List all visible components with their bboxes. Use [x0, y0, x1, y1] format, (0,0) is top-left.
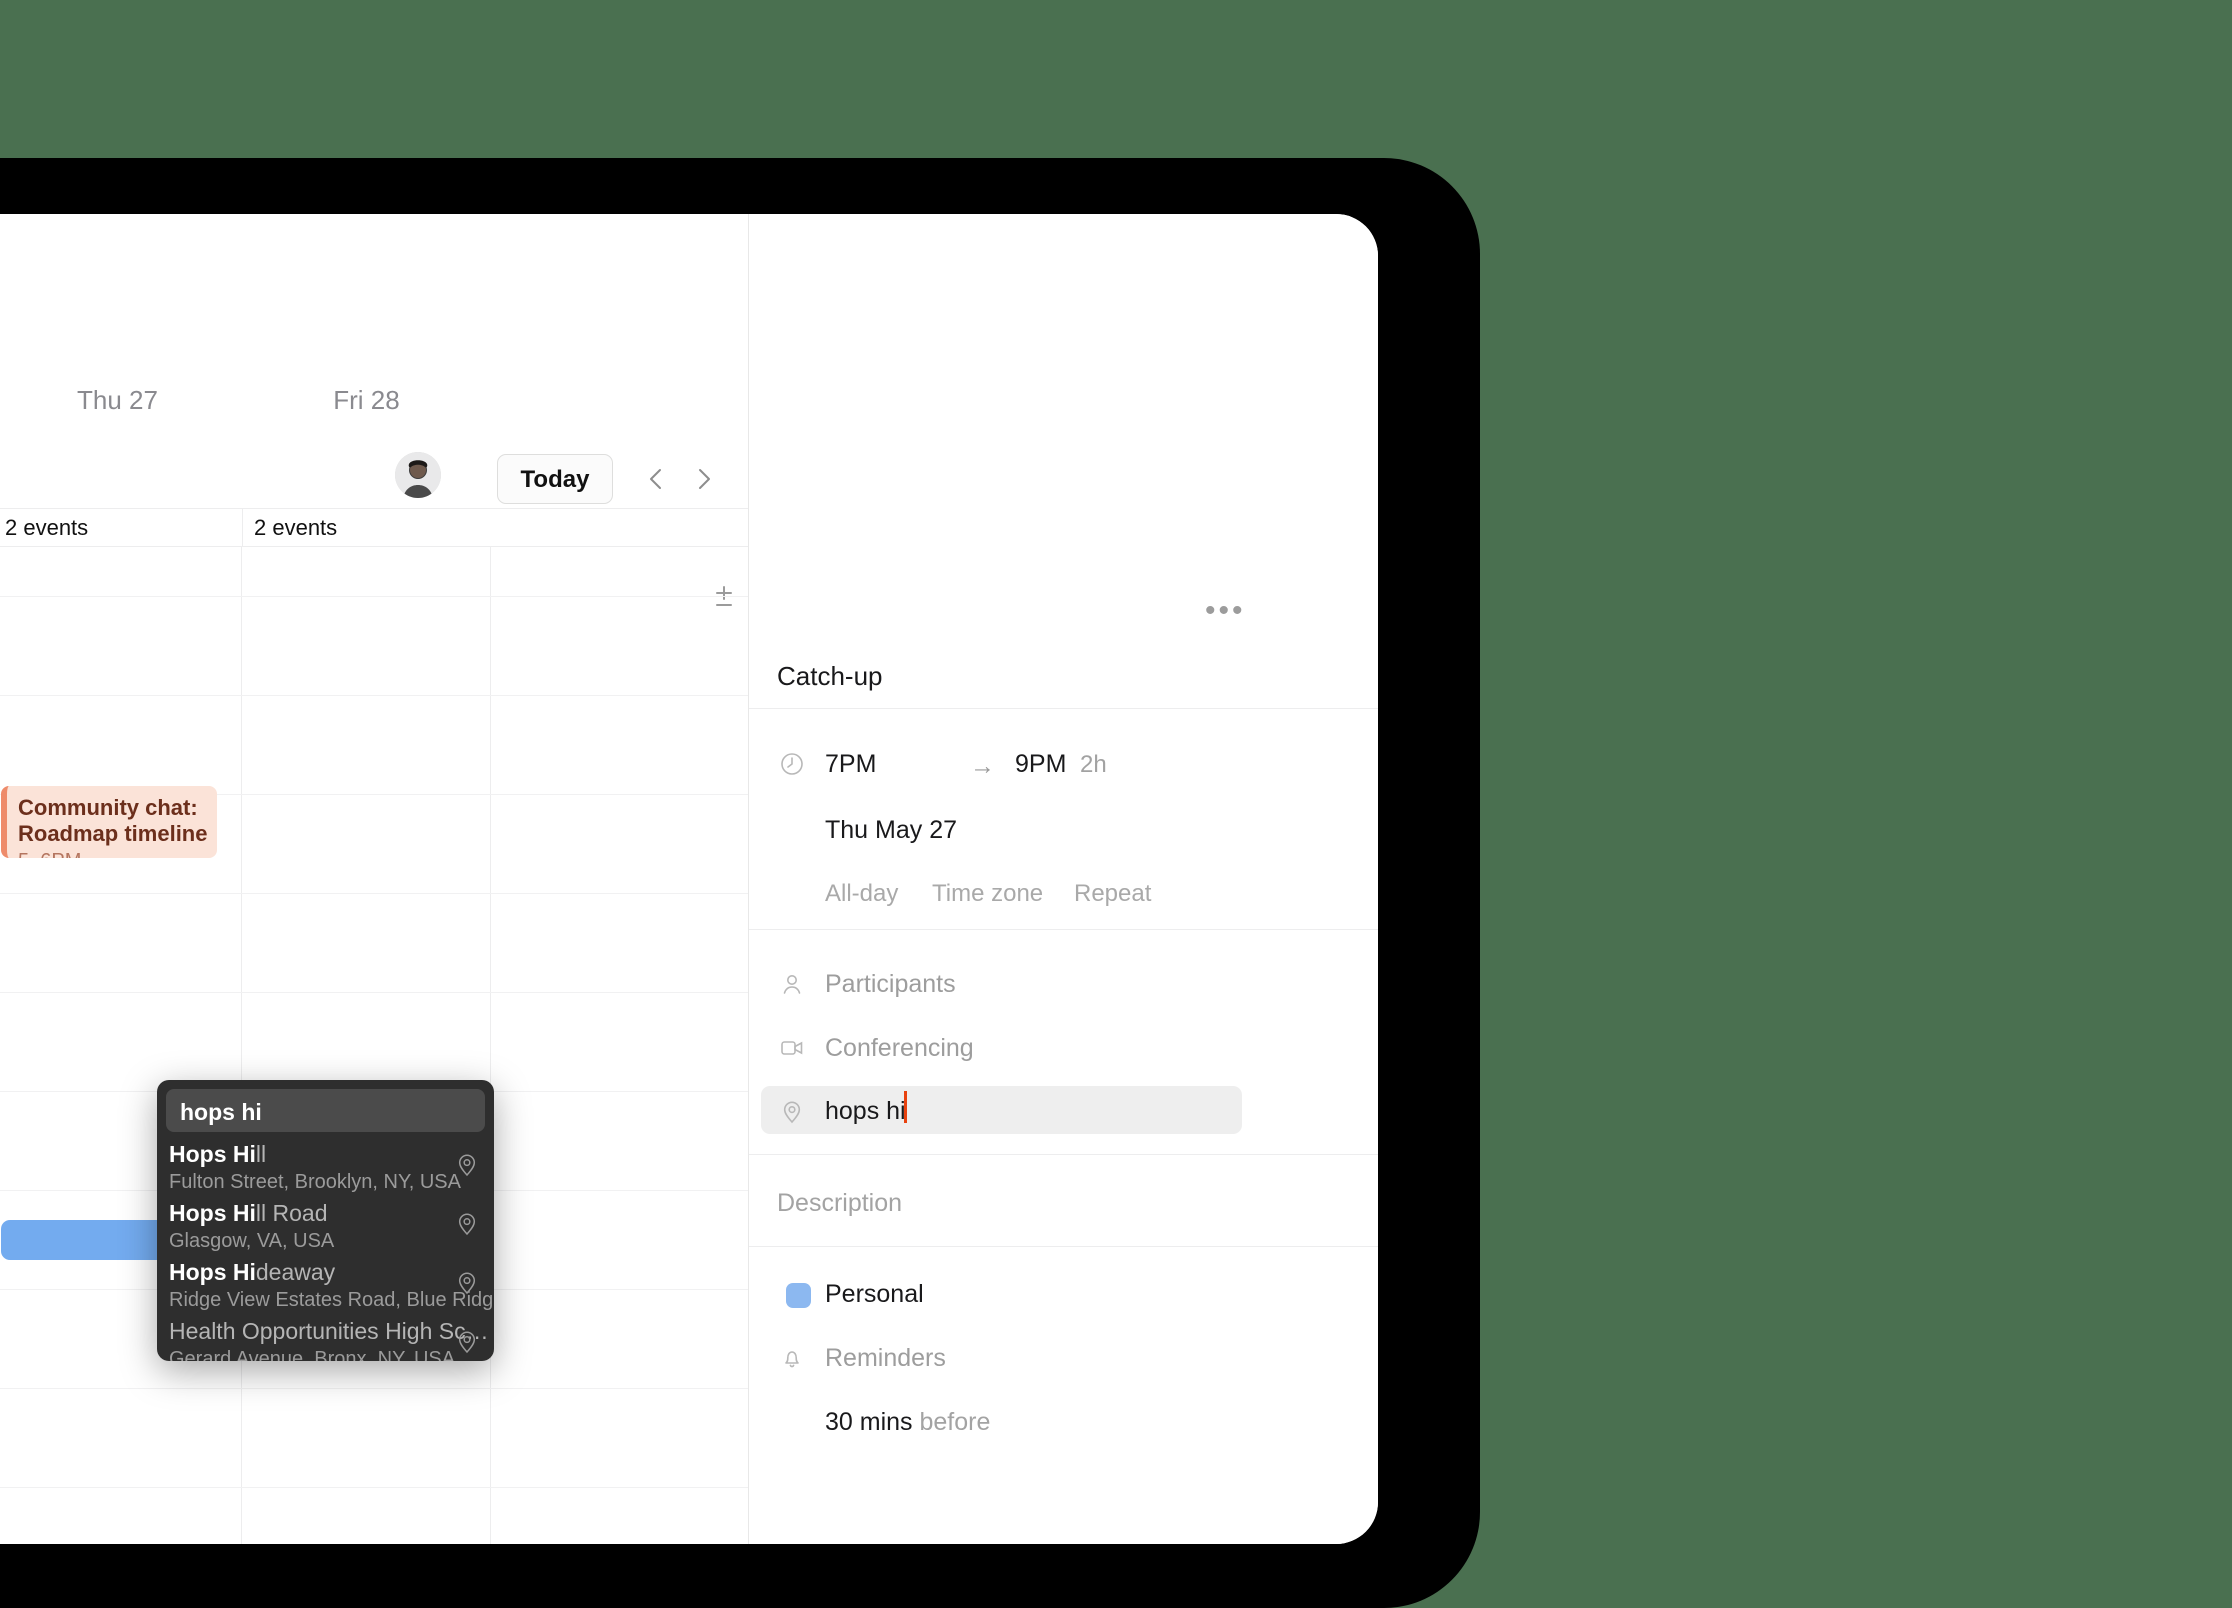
- autocomplete-item-subtitle: Fulton Street, Brooklyn, NY, USA: [169, 1171, 461, 1193]
- day-header-fri-28[interactable]: Fri 28: [242, 385, 491, 416]
- autocomplete-item-3[interactable]: Health Opportunities High Sc… Gerard Ave…: [157, 1315, 494, 1361]
- autocomplete-item-rest: ll Road: [255, 1200, 328, 1226]
- autocomplete-query-text: hops hi: [180, 1099, 262, 1125]
- autocomplete-item-title: Hops Hill: [169, 1141, 266, 1168]
- location-value: hops hi: [825, 1097, 906, 1125]
- chevron-left-icon[interactable]: [640, 462, 674, 496]
- app-window: Today 26 Thu 27 Fri 28 2 events 2 events: [0, 214, 1378, 1544]
- top-toolbar: [0, 214, 748, 369]
- location-pin-icon: [454, 1152, 480, 1178]
- today-button[interactable]: Today: [497, 454, 613, 504]
- location-pin-icon: [454, 1270, 480, 1296]
- all-day-row: 2 events 2 events: [0, 508, 749, 547]
- event-date[interactable]: Thu May 27: [825, 816, 957, 845]
- bell-icon: [779, 1345, 805, 1371]
- autocomplete-item-match: Hops Hi: [169, 1141, 256, 1167]
- reminders-label[interactable]: Reminders: [825, 1344, 946, 1373]
- autocomplete-item-subtitle: Gerard Avenue, Bronx, NY, USA: [169, 1348, 456, 1361]
- autocomplete-item-title: Health Opportunities High Sc…: [169, 1318, 489, 1345]
- conferencing-field[interactable]: Conferencing: [825, 1034, 974, 1063]
- autocomplete-item-rest: ll: [255, 1141, 267, 1167]
- event-time: 5–6PM: [18, 850, 217, 858]
- autocomplete-item-1[interactable]: Hops Hill Road Glasgow, VA, USA: [157, 1197, 494, 1256]
- reminder-unit: before: [919, 1408, 991, 1436]
- day-header-row: 26 Thu 27 Fri 28: [0, 369, 749, 437]
- location-pin-icon: [779, 1099, 805, 1125]
- description-field[interactable]: Description: [777, 1189, 902, 1218]
- text-cursor: [904, 1091, 907, 1123]
- autocomplete-item-subtitle: Glasgow, VA, USA: [169, 1230, 335, 1252]
- autocomplete-item-title: Hops Hideaway: [169, 1259, 335, 1286]
- clock-icon: [779, 751, 805, 777]
- event-start-time[interactable]: 7PM: [825, 750, 876, 779]
- calendar-name[interactable]: Personal: [825, 1280, 924, 1309]
- time-zone-button[interactable]: Time zone: [932, 880, 1043, 908]
- autocomplete-item-2[interactable]: Hops Hideaway Ridge View Estates Road, B…: [157, 1256, 494, 1315]
- all-day-toggle[interactable]: All-day: [825, 880, 898, 908]
- autocomplete-item-rest: Health Opportunities High Sc…: [169, 1318, 489, 1344]
- calendar-color-swatch: [786, 1283, 811, 1308]
- autocomplete-item-rest: deaway: [255, 1259, 336, 1285]
- event-title-field[interactable]: Catch-up: [777, 661, 883, 692]
- participants-field[interactable]: Participants: [825, 970, 956, 999]
- event-duration: 2h: [1080, 751, 1107, 778]
- location-pin-icon: [454, 1211, 480, 1237]
- autocomplete-item-subtitle: Ridge View Estates Road, Blue Ridge, …: [169, 1289, 494, 1311]
- event-count-thu-27: 2 events: [0, 509, 242, 546]
- event-end-time[interactable]: 9PM: [1015, 750, 1066, 779]
- autocomplete-query-field[interactable]: hops hi: [166, 1089, 485, 1132]
- autocomplete-item-title: Hops Hill Road: [169, 1200, 328, 1227]
- reminder-value: 30 mins: [825, 1408, 913, 1436]
- video-camera-icon: [779, 1035, 805, 1061]
- day-header-thu-27[interactable]: Thu 27: [0, 385, 242, 416]
- chevron-right-icon[interactable]: [686, 462, 720, 496]
- autocomplete-item-0[interactable]: Hops Hill Fulton Street, Brooklyn, NY, U…: [157, 1138, 494, 1197]
- location-autocomplete-dropdown[interactable]: hops hi Hops Hill Fulton Street, Brookly…: [157, 1080, 494, 1361]
- more-options-icon[interactable]: •••: [1205, 596, 1246, 626]
- event-block-community-chat[interactable]: Community chat: Roadmap timeline 5–6PM: [1, 786, 217, 858]
- autocomplete-item-match: Hops Hi: [169, 1200, 256, 1226]
- reminder-row[interactable]: 30 mins before: [825, 1408, 990, 1437]
- repeat-button[interactable]: Repeat: [1074, 880, 1151, 908]
- avatar[interactable]: [395, 452, 441, 498]
- person-icon: [779, 971, 805, 997]
- event-title: Community chat: Roadmap timeline: [18, 795, 208, 846]
- location-pin-icon: [454, 1329, 480, 1355]
- time-grid[interactable]: [0, 547, 749, 1544]
- event-count-fri-28: 2 events: [242, 509, 491, 546]
- autocomplete-item-match: Hops Hi: [169, 1259, 256, 1285]
- arrow-right-icon: →: [970, 752, 995, 780]
